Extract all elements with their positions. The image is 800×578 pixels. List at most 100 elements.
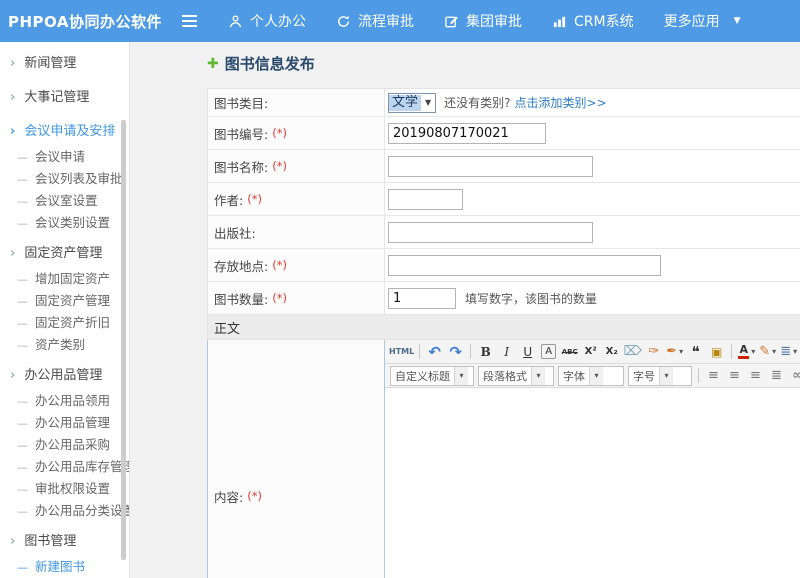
sidebar-item[interactable]: ›固定资产管理	[0, 240, 129, 268]
toolbar-separator	[731, 344, 732, 359]
sidebar-item-prefix-icon: —	[17, 557, 28, 578]
sidebar-item[interactable]: ›办公用品管理	[0, 362, 129, 390]
body-section-bar: 正文	[208, 315, 800, 340]
form-row-name: 图书名称: (*)	[208, 150, 800, 183]
location-label: 存放地点:	[214, 256, 268, 275]
custom-title-select[interactable]: 自定义标题▾	[390, 366, 474, 386]
sidebar-item[interactable]: —审批权限设置	[0, 478, 129, 500]
sidebar-item-prefix-icon: —	[17, 479, 28, 500]
underline-button[interactable]: U	[518, 342, 537, 362]
publisher-label: 出版社:	[214, 223, 256, 242]
align-center-button[interactable]: ≡	[725, 366, 744, 386]
font-color-swatch	[738, 356, 749, 359]
sidebar-item[interactable]: —固定资产折旧	[0, 312, 129, 334]
sidebar-item-prefix-icon: —	[17, 213, 28, 234]
format-brush-button[interactable]: ✑	[644, 342, 663, 362]
category-select[interactable]: 文学 ▼	[388, 93, 436, 113]
form-row-quantity: 图书数量: (*) 填写数字，该图书的数量	[208, 282, 800, 315]
ordered-list-button[interactable]: ≣▾	[779, 342, 798, 362]
align-left-button[interactable]: ≡	[704, 366, 723, 386]
sidebar-item-prefix-icon: —	[17, 269, 28, 290]
sidebar-item[interactable]: —办公用品领用	[0, 390, 129, 412]
required-mark: (*)	[272, 291, 287, 305]
sidebar-item[interactable]: —办公用品采购	[0, 434, 129, 456]
italic-button[interactable]: I	[497, 342, 516, 362]
undo-button[interactable]: ↶	[425, 342, 444, 362]
sidebar-item-label: 会议类别设置	[35, 215, 110, 230]
paint-format-button[interactable]: ✒▾	[665, 342, 684, 362]
sidebar-item-label: 会议申请及安排	[24, 124, 115, 139]
nav-group-approval[interactable]: 集团审批	[444, 11, 522, 31]
quantity-label: 图书数量:	[214, 289, 268, 308]
sidebar-item-prefix-icon: ›	[10, 240, 15, 268]
autotypeset-button[interactable]: A	[541, 344, 556, 359]
sidebar-item[interactable]: —资产类别	[0, 334, 129, 356]
publisher-input[interactable]	[388, 222, 593, 243]
sidebar: ›新闻管理 ›大事记管理 ›会议申请及安排 —会议申请 —会议列表及审批 —会议…	[0, 42, 130, 578]
insert-link-button[interactable]: ∞	[788, 366, 800, 386]
redo-button[interactable]: ↷	[446, 342, 465, 362]
sidebar-item-prefix-icon: —	[17, 457, 28, 478]
editor-content-area[interactable]	[385, 388, 800, 578]
add-category-link[interactable]: 点击添加类别>>	[515, 94, 607, 111]
quantity-hint: 填写数字，该图书的数量	[465, 290, 597, 307]
sidebar-item-prefix-icon: ›	[10, 50, 15, 78]
nav-personal-office[interactable]: 个人办公	[228, 11, 306, 31]
font-size-select[interactable]: 字号▾	[628, 366, 692, 386]
eraser-button[interactable]: ⌦	[623, 342, 642, 362]
dropdown-arrow-icon: ▾	[679, 347, 683, 356]
sidebar-item-label: 大事记管理	[24, 90, 89, 105]
dropdown-arrow-icon: ▾	[589, 367, 603, 385]
html-source-button[interactable]: HTML	[389, 342, 414, 362]
sidebar-item-label: 固定资产折旧	[35, 315, 110, 330]
process-approve-icon	[336, 14, 351, 29]
crm-chart-icon	[552, 14, 567, 29]
book-name-input[interactable]	[388, 156, 593, 177]
toolbar-separator	[470, 344, 471, 359]
sidebar-item[interactable]: — 新建图书	[0, 556, 129, 578]
paste-text-button[interactable]: ▣	[707, 342, 726, 362]
sidebar-item[interactable]: —会议室设置	[0, 190, 129, 212]
sidebar-item[interactable]: ›图书管理	[0, 528, 129, 556]
superscript-button[interactable]: X²	[581, 342, 600, 362]
sidebar-item[interactable]: —固定资产管理	[0, 290, 129, 312]
form-row-code: 图书编号: (*)	[208, 117, 800, 150]
location-input[interactable]	[388, 255, 661, 276]
author-label: 作者:	[214, 190, 243, 209]
align-justify-button[interactable]: ≣	[767, 366, 786, 386]
sidebar-item[interactable]: ›会议申请及安排	[0, 118, 129, 146]
font-color-button[interactable]: A ▾	[737, 342, 756, 362]
sidebar-item[interactable]: ›新闻管理	[0, 50, 129, 78]
page-title: ✚ 图书信息发布	[207, 53, 315, 74]
sidebar-item-label: 办公用品库存管理	[35, 459, 129, 474]
bold-button[interactable]: B	[476, 342, 495, 362]
category-label: 图书类目:	[214, 93, 268, 112]
align-right-button[interactable]: ≡	[746, 366, 765, 386]
sidebar-item[interactable]: —会议列表及审批	[0, 168, 129, 190]
strikethrough-button[interactable]: ABC	[560, 342, 579, 362]
font-family-select[interactable]: 字体▾	[558, 366, 624, 386]
sidebar-item[interactable]: — 办公用品库存管理	[0, 456, 129, 478]
blockquote-button[interactable]: ❝	[686, 342, 705, 362]
paragraph-format-select[interactable]: 段落格式▾	[478, 366, 554, 386]
subscript-button[interactable]: X₂	[602, 342, 621, 362]
nav-crm-system[interactable]: CRM系统	[552, 11, 634, 31]
author-input[interactable]	[388, 189, 463, 210]
sidebar-item-label: 新建图书	[35, 559, 85, 574]
sidebar-item[interactable]: —增加固定资产	[0, 268, 129, 290]
sidebar-item[interactable]: —办公用品分类设置	[0, 500, 129, 522]
sidebar-item[interactable]: — 会议类别设置	[0, 212, 129, 234]
nav-more-apps[interactable]: 更多应用 ▼	[664, 11, 741, 31]
sidebar-scrollbar[interactable]	[121, 120, 126, 560]
sidebar-item[interactable]: —会议申请	[0, 146, 129, 168]
sidebar-item[interactable]: —办公用品管理	[0, 412, 129, 434]
sidebar-item-prefix-icon: ›	[10, 528, 15, 556]
main-content: ✚ 图书信息发布 图书类目: 文学 ▼ 还没有类别? 点击添加类别>> 图书编号…	[131, 42, 800, 578]
nav-process-approval[interactable]: 流程审批	[336, 11, 414, 31]
highlight-color-button[interactable]: ✎▾	[758, 342, 777, 362]
quantity-input[interactable]	[388, 288, 456, 309]
sidebar-item-prefix-icon: —	[17, 413, 28, 434]
book-code-input[interactable]	[388, 123, 546, 144]
menu-toggle-icon[interactable]	[182, 14, 200, 28]
sidebar-item[interactable]: ›大事记管理	[0, 84, 129, 112]
